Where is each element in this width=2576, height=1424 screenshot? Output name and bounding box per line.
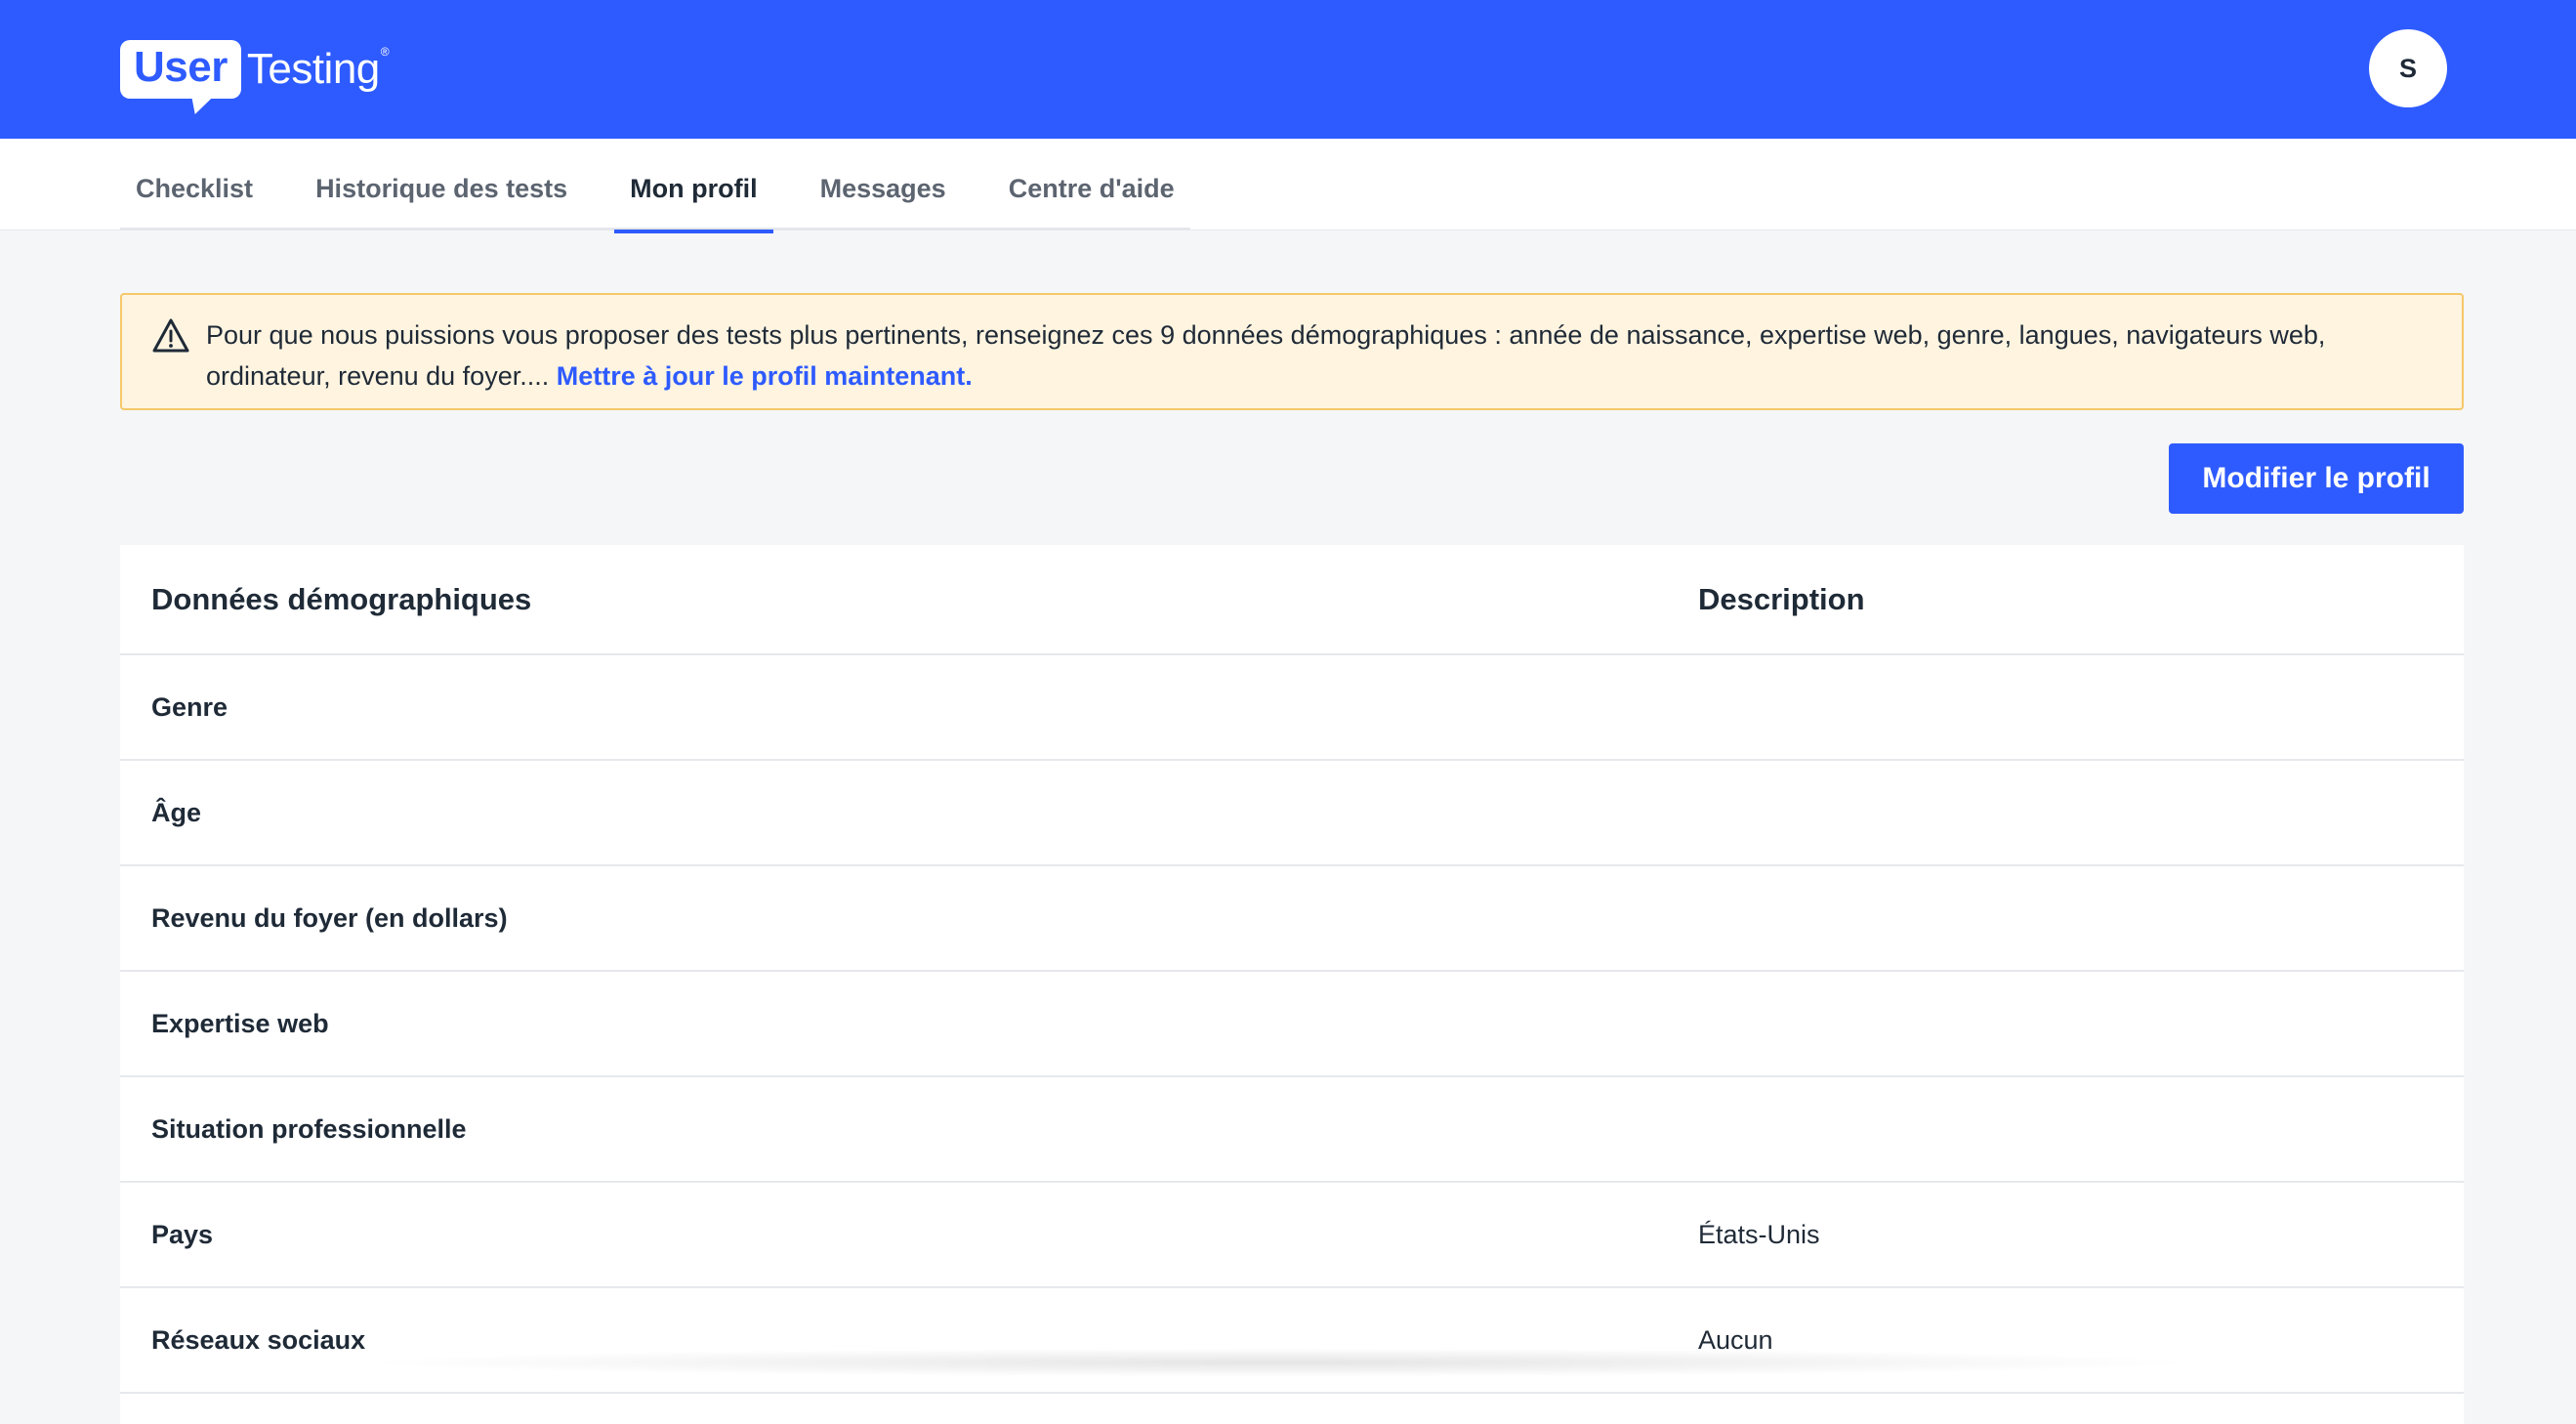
bottom-shadow (352, 1348, 2207, 1377)
table-row: Âge (120, 761, 2464, 866)
alert-text: Pour que nous puissions vous proposer de… (206, 320, 2326, 391)
demographics-table: Données démographiques Description Genre… (120, 545, 2464, 1424)
profile-incomplete-alert: Pour que nous puissions vous proposer de… (120, 293, 2464, 410)
table-row: Expertise web (120, 972, 2464, 1077)
row-label: Situation professionnelle (151, 1113, 467, 1144)
update-profile-link[interactable]: Mettre à jour le profil maintenant. (557, 361, 973, 391)
logo-testing-text: Testing (246, 45, 380, 93)
tab-mon-profil[interactable]: Mon profil (614, 139, 774, 233)
user-avatar[interactable]: S (2369, 29, 2447, 107)
table-header-row: Données démographiques Description (120, 545, 2464, 655)
row-label: Genre (151, 691, 229, 722)
tab-messages[interactable]: Messages (805, 139, 962, 230)
row-label: Expertise web (151, 1008, 329, 1038)
tab-checklist[interactable]: Checklist (120, 139, 269, 230)
top-header: User Testing ® S (0, 0, 2576, 139)
row-value: États-Unis (1698, 1219, 1820, 1249)
usertesting-logo[interactable]: User Testing ® (120, 35, 390, 104)
row-label: Revenu du foyer (en dollars) (151, 902, 508, 933)
edit-profile-button[interactable]: Modifier le profil (2169, 443, 2464, 514)
table-row: Situation professionnelle (120, 1077, 2464, 1183)
column-header-demographics: Données démographiques (151, 581, 532, 616)
column-header-description: Description (1698, 581, 1865, 616)
row-label: Pays (151, 1219, 214, 1249)
tab-centre-d-aide[interactable]: Centre d'aide (993, 139, 1190, 230)
table-row: Pays États-Unis (120, 1183, 2464, 1288)
row-label: Âge (151, 797, 202, 827)
table-row: Réseaux sociaux Aucun (120, 1288, 2464, 1394)
tab-historique-des-tests[interactable]: Historique des tests (300, 139, 583, 230)
table-row: Revenu du foyer (en dollars) (120, 866, 2464, 972)
table-row: Genre (120, 655, 2464, 761)
nav-bar: Checklist Historique des tests Mon profi… (0, 139, 2576, 233)
nav-tabs: Checklist Historique des tests Mon profi… (120, 139, 1190, 233)
logo-user-text: User (120, 40, 241, 99)
logo-registered-mark: ® (380, 45, 390, 59)
warning-triangle-icon (152, 318, 189, 353)
